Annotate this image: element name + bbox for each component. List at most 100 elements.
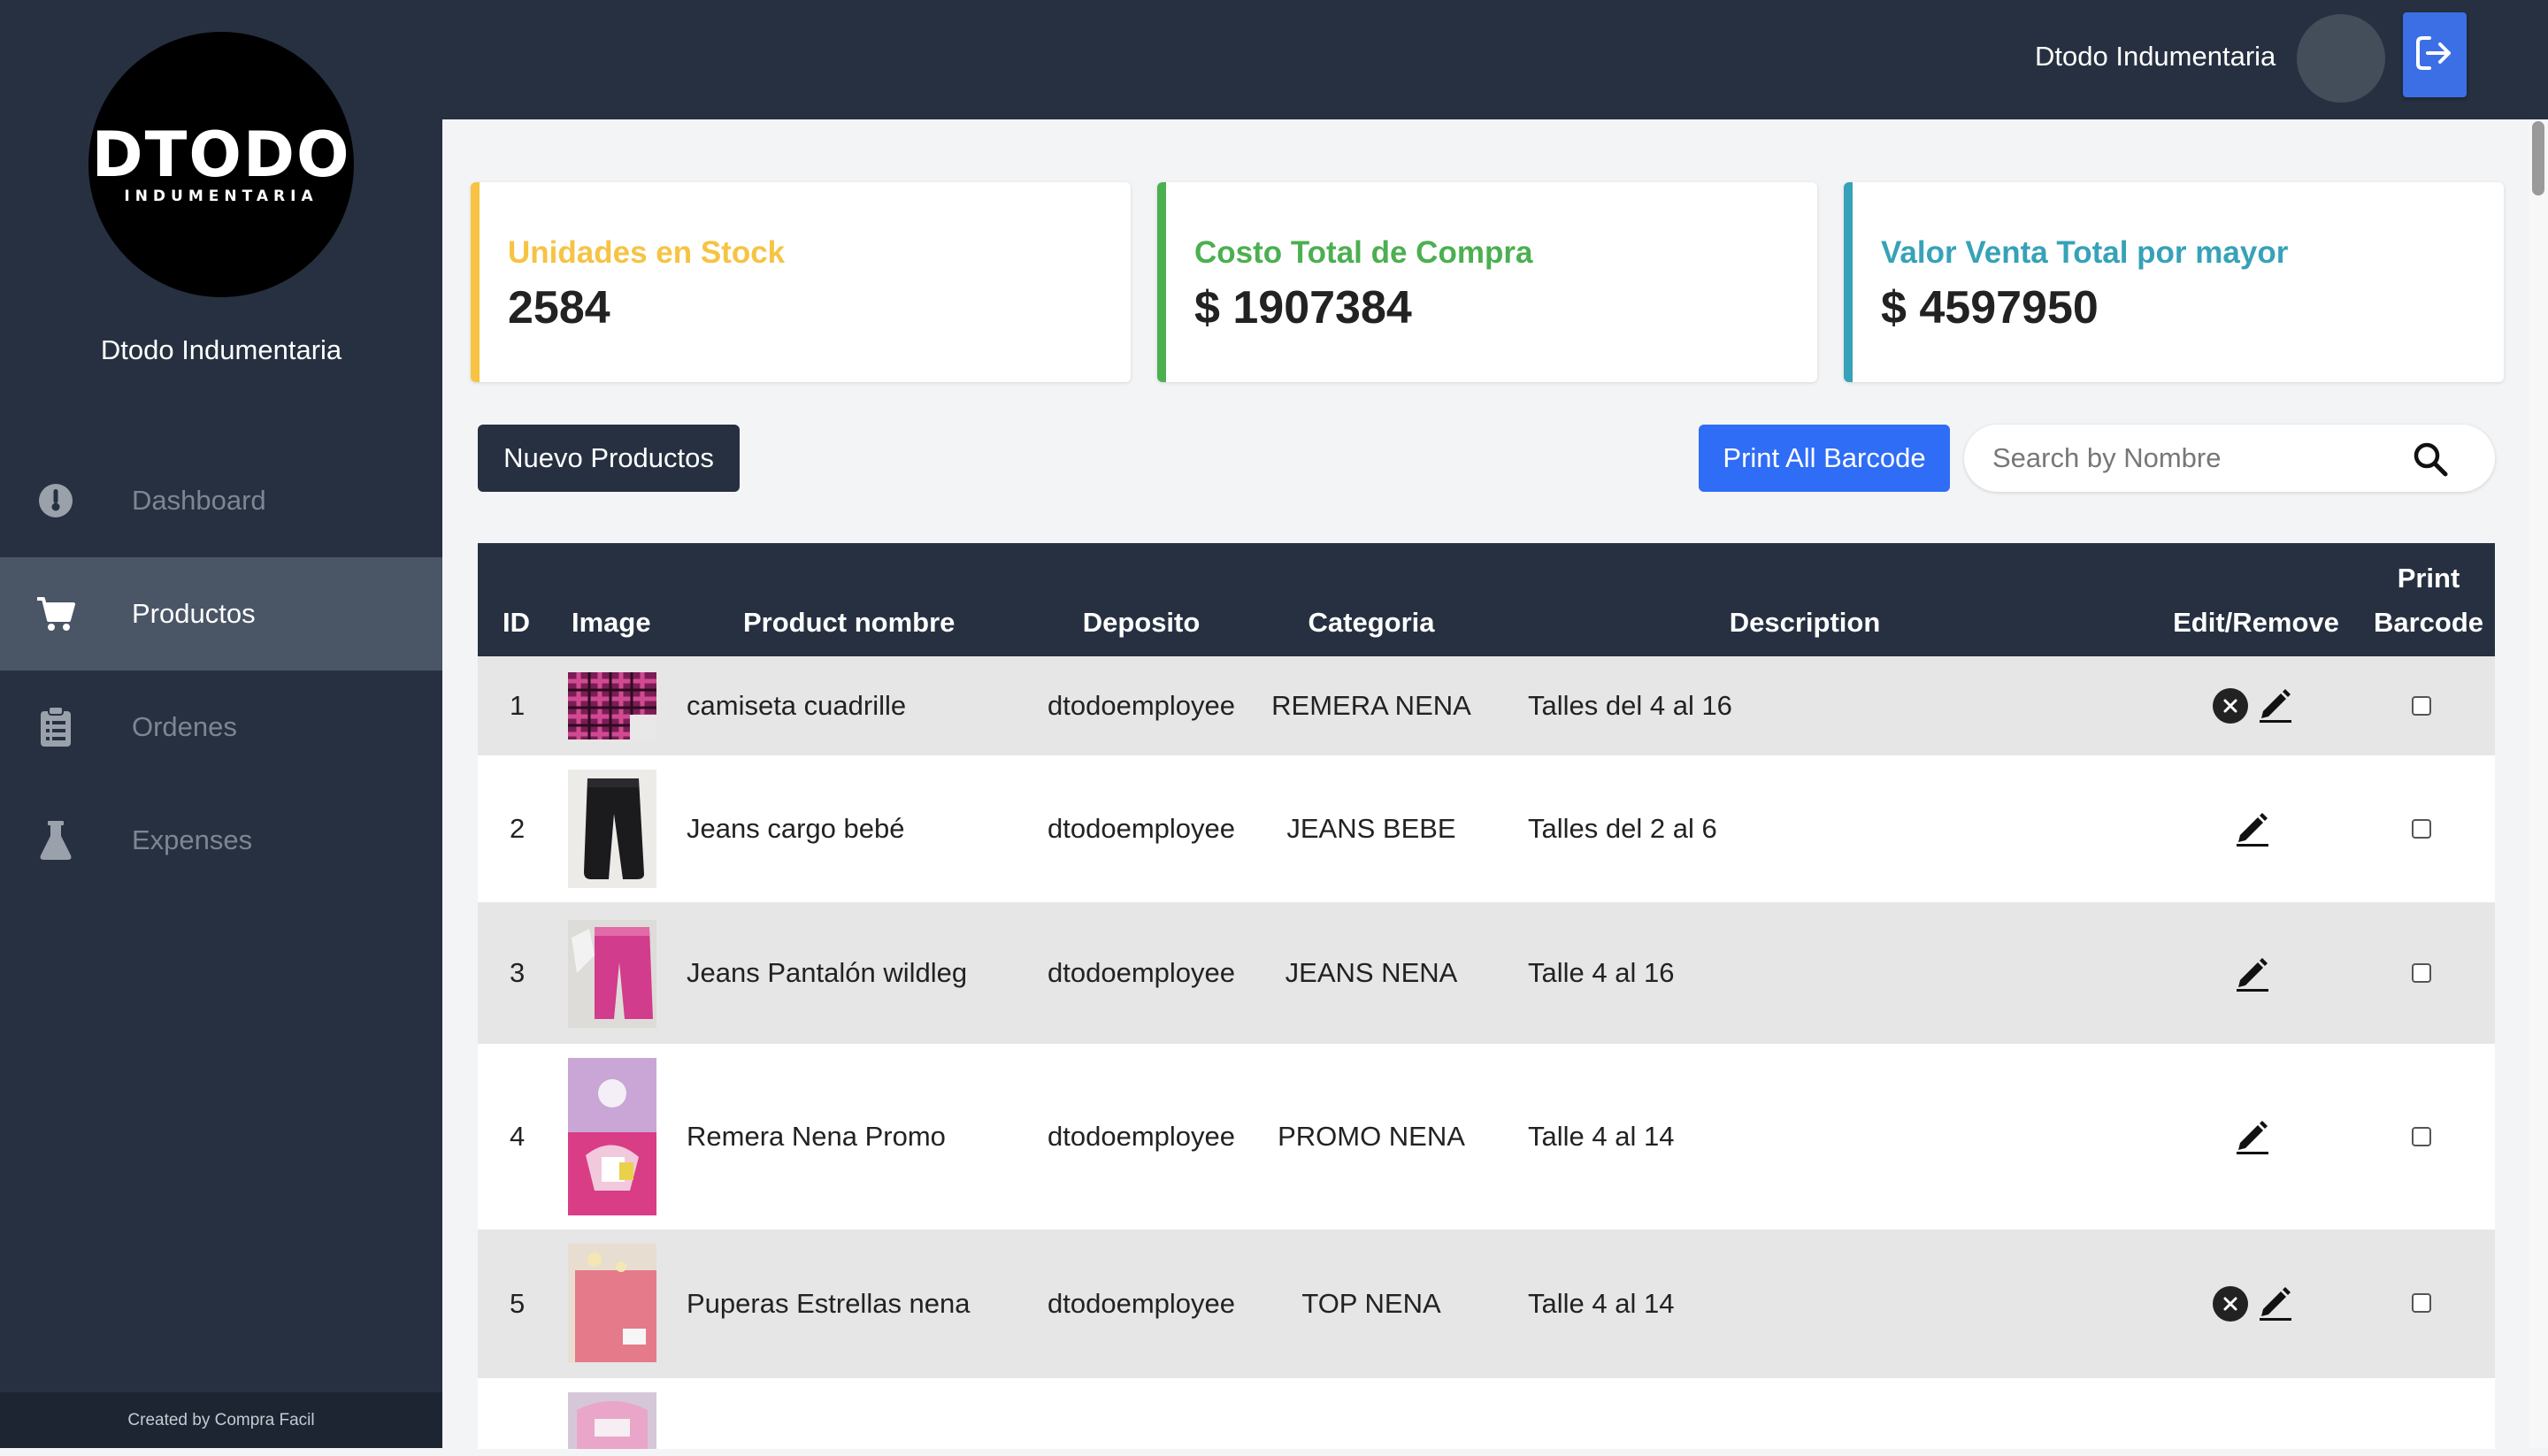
row-description: Talle 4 al 14: [1528, 1121, 1675, 1152]
edit-icon[interactable]: [2233, 808, 2272, 847]
sidebar-item-label: Dashboard: [132, 485, 266, 516]
row-id: 4: [510, 1121, 526, 1152]
row-deposito: dtodoemployee: [1048, 813, 1235, 844]
col-print-barcode: Print Barcode: [2362, 543, 2495, 656]
logout-button[interactable]: [2403, 12, 2467, 97]
product-image[interactable]: [568, 770, 656, 888]
row-deposito: dtodoemployee: [1048, 690, 1235, 721]
stat-card-sale-value: Valor Venta Total por mayor $ 4597950: [1844, 182, 2504, 382]
table-row: 2 Jeans cargo bebé dtodoemployee JEANS B…: [478, 755, 2495, 902]
avatar[interactable]: [2297, 14, 2385, 103]
sidebar-item-ordenes[interactable]: Ordenes: [0, 671, 442, 784]
print-barcode-checkbox[interactable]: [2412, 963, 2431, 983]
table-row: [478, 1378, 2495, 1449]
col-image: Image: [572, 607, 651, 638]
row-deposito: dtodoemployee: [1048, 957, 1235, 988]
product-image[interactable]: [568, 1244, 656, 1362]
brand-logo-text: DTODO: [91, 119, 351, 191]
print-all-barcode-button[interactable]: Print All Barcode: [1699, 425, 1950, 492]
search-input[interactable]: [1992, 425, 2399, 492]
flask-icon: [35, 820, 76, 861]
sidebar-item-label: Productos: [132, 598, 256, 629]
stat-card-cost: Costo Total de Compra $ 1907384: [1157, 182, 1817, 382]
table-row: 4 Remera Nena Promo dtodoemployee PROMO …: [478, 1044, 2495, 1230]
table-row: 3 Jeans Pantalón wildleg dtodoemployee J…: [478, 902, 2495, 1044]
row-product-name: Puperas Estrellas nena: [687, 1288, 971, 1319]
brand-logo: DTODO INDUMENTARIA: [88, 32, 354, 297]
row-product-name: camiseta cuadrille: [687, 690, 907, 721]
col-name: Product nombre: [743, 607, 956, 638]
col-deposito: Deposito: [1082, 607, 1201, 638]
stat-label: Unidades en Stock: [508, 235, 786, 270]
row-categoria: REMERA NENA: [1271, 690, 1471, 721]
product-image[interactable]: [568, 672, 656, 739]
print-barcode-checkbox[interactable]: [2412, 1127, 2431, 1146]
row-categoria: JEANS BEBE: [1286, 813, 1456, 844]
table-row: 1 camiseta cuadrille dtodoemployee REMER…: [478, 656, 2495, 755]
sidebar-nav: Dashboard Productos Ordenes Expenses: [0, 444, 442, 897]
logout-icon: [2415, 35, 2454, 75]
edit-icon[interactable]: [2233, 954, 2272, 992]
scrollbar-thumb[interactable]: [2532, 121, 2544, 195]
search-icon[interactable]: [2412, 441, 2449, 478]
header-user-name: Dtodo Indumentaria: [2035, 41, 2276, 72]
search-box: [1964, 425, 2495, 492]
row-description: Talles del 4 al 16: [1528, 690, 1732, 721]
table-header: ID Image Product nombre Deposito Categor…: [478, 543, 2495, 656]
col-description: Description: [1729, 607, 1881, 638]
stat-value: $ 4597950: [1881, 282, 2099, 333]
row-id: 5: [510, 1288, 526, 1319]
stat-value: 2584: [508, 282, 610, 333]
remove-icon[interactable]: [2213, 1286, 2248, 1322]
table-row: 5 Puperas Estrellas nena dtodoemployee T…: [478, 1230, 2495, 1378]
row-categoria: PROMO NENA: [1278, 1121, 1465, 1152]
sidebar-item-expenses[interactable]: Expenses: [0, 784, 442, 897]
main-scrollbar[interactable]: [2529, 119, 2548, 1448]
stat-label: Valor Venta Total por mayor: [1881, 235, 2289, 270]
print-barcode-checkbox[interactable]: [2412, 696, 2431, 716]
row-description: Talle 4 al 14: [1528, 1288, 1675, 1319]
col-edit-remove: Edit/Remove: [2173, 607, 2339, 638]
row-description: Talle 4 al 16: [1528, 957, 1675, 988]
sidebar-footer: Created by Compra Facil: [0, 1392, 442, 1448]
main-content: Unidades en Stock 2584 Costo Total de Co…: [442, 119, 2529, 1449]
edit-icon[interactable]: [2256, 1283, 2295, 1322]
row-deposito: dtodoemployee: [1048, 1121, 1235, 1152]
sidebar: DTODO INDUMENTARIA Dtodo Indumentaria Da…: [0, 0, 442, 1448]
clipboard-icon: [35, 706, 76, 747]
print-barcode-checkbox[interactable]: [2412, 819, 2431, 839]
sidebar-item-label: Expenses: [132, 824, 253, 855]
product-image[interactable]: [568, 1058, 656, 1215]
product-image[interactable]: [568, 920, 656, 1028]
cart-icon: [35, 594, 76, 634]
col-id: ID: [503, 607, 530, 638]
product-image[interactable]: [568, 1392, 656, 1449]
thermometer-icon: [35, 480, 76, 521]
row-deposito: dtodoemployee: [1048, 1288, 1235, 1319]
col-print-line1: Print: [2397, 563, 2460, 594]
stat-label: Costo Total de Compra: [1194, 235, 1533, 270]
sidebar-item-label: Ordenes: [132, 711, 237, 742]
remove-icon[interactable]: [2213, 688, 2248, 724]
brand-logo-subtext: INDUMENTARIA: [124, 188, 318, 205]
stat-value: $ 1907384: [1194, 282, 1412, 333]
row-product-name: Remera Nena Promo: [687, 1121, 946, 1152]
products-table: ID Image Product nombre Deposito Categor…: [478, 543, 2495, 1449]
stat-card-stock: Unidades en Stock 2584: [471, 182, 1131, 382]
row-product-name: Jeans Pantalón wildleg: [687, 957, 968, 988]
row-product-name: Jeans cargo bebé: [687, 813, 905, 844]
sidebar-item-dashboard[interactable]: Dashboard: [0, 444, 442, 557]
row-id: 2: [510, 813, 526, 844]
edit-icon[interactable]: [2233, 1116, 2272, 1155]
row-categoria: JEANS NENA: [1285, 957, 1458, 988]
sidebar-item-productos[interactable]: Productos: [0, 557, 442, 671]
row-description: Talles del 2 al 6: [1528, 813, 1717, 844]
row-id: 3: [510, 957, 526, 988]
col-print-line2: Barcode: [2373, 607, 2484, 638]
row-id: 1: [510, 690, 526, 721]
new-product-button[interactable]: Nuevo Productos: [478, 425, 740, 492]
edit-icon[interactable]: [2256, 685, 2295, 724]
row-categoria: TOP NENA: [1301, 1288, 1441, 1319]
print-barcode-checkbox[interactable]: [2412, 1293, 2431, 1313]
col-categoria: Categoria: [1308, 607, 1435, 638]
